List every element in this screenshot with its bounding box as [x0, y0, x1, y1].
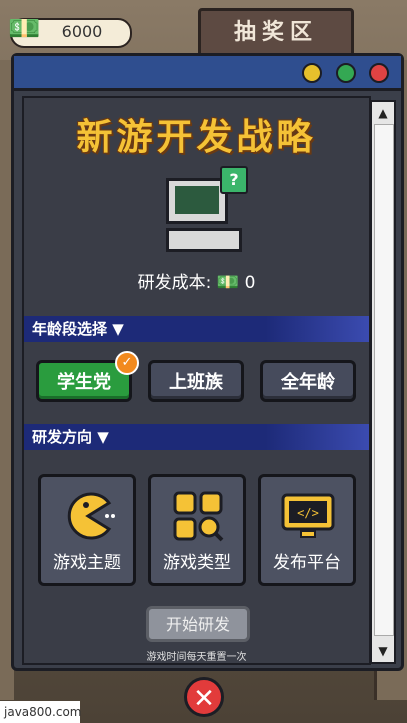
- direction-section-header[interactable]: 研发方向 ▼: [24, 424, 369, 450]
- cost-row: 研发成本: 💵 0: [24, 268, 369, 293]
- strategy-window: 新游开发战略 ? 研发成本: 💵 0 年龄段选择 ▼ 学生党 ✓ 上班族 全年龄…: [11, 53, 404, 671]
- code-monitor-icon: </>: [281, 493, 335, 538]
- card-platform[interactable]: </> 发布平台: [258, 474, 356, 586]
- scroll-up-icon[interactable]: ▲: [374, 104, 392, 122]
- age-section-header[interactable]: 年龄段选择 ▼: [24, 316, 369, 342]
- chevron-down-icon: ▼: [112, 320, 124, 338]
- reset-hint: 游戏时间每天重置一次: [146, 652, 247, 663]
- cash-icon: 💵: [8, 14, 41, 44]
- question-badge-icon: ?: [220, 166, 248, 194]
- age-option-worker[interactable]: 上班族: [148, 360, 244, 402]
- cash-icon: 💵: [216, 272, 240, 293]
- age-option-student[interactable]: 学生党 ✓: [36, 351, 139, 402]
- age-option-all[interactable]: 全年龄: [260, 360, 356, 402]
- card-game-type[interactable]: 游戏类型: [148, 474, 246, 586]
- money-value: 6000: [61, 22, 103, 41]
- card-game-theme[interactable]: 游戏主题: [38, 474, 136, 586]
- card-label: 游戏主题: [53, 553, 121, 573]
- direction-section-label: 研发方向: [32, 428, 93, 446]
- window-titlebar: [14, 56, 401, 91]
- money-counter: 💵 6000: [8, 14, 132, 48]
- svg-text:</>: </>: [297, 506, 319, 520]
- close-dot[interactable]: [369, 63, 389, 83]
- age-section-label: 年龄段选择: [32, 320, 108, 338]
- chevron-down-icon: ▼: [97, 428, 109, 446]
- card-label: 发布平台: [273, 553, 341, 573]
- cost-value: 0: [244, 273, 256, 293]
- window-content: 新游开发战略 ? 研发成本: 💵 0 年龄段选择 ▼ 学生党 ✓ 上班族 全年龄…: [22, 96, 371, 665]
- cost-label: 研发成本:: [137, 273, 212, 293]
- page-title: 新游开发战略: [76, 117, 317, 158]
- pacman-icon: [67, 492, 115, 540]
- card-label: 游戏类型: [163, 553, 231, 573]
- scrollbar-track[interactable]: [374, 124, 394, 636]
- maximize-dot[interactable]: [336, 63, 356, 83]
- lottery-sign[interactable]: 抽奖区: [198, 8, 354, 58]
- check-icon: ✓: [115, 351, 139, 375]
- scroll-down-icon[interactable]: ▼: [374, 642, 392, 660]
- scrollbar[interactable]: ▲ ▼: [370, 100, 396, 664]
- start-research-button[interactable]: 开始研发: [146, 606, 250, 642]
- computer-icon: ?: [166, 166, 248, 252]
- grid-search-icon: [173, 491, 224, 542]
- watermark: java800.com: [0, 701, 82, 723]
- close-button[interactable]: ✕: [184, 677, 224, 717]
- minimize-dot[interactable]: [302, 63, 322, 83]
